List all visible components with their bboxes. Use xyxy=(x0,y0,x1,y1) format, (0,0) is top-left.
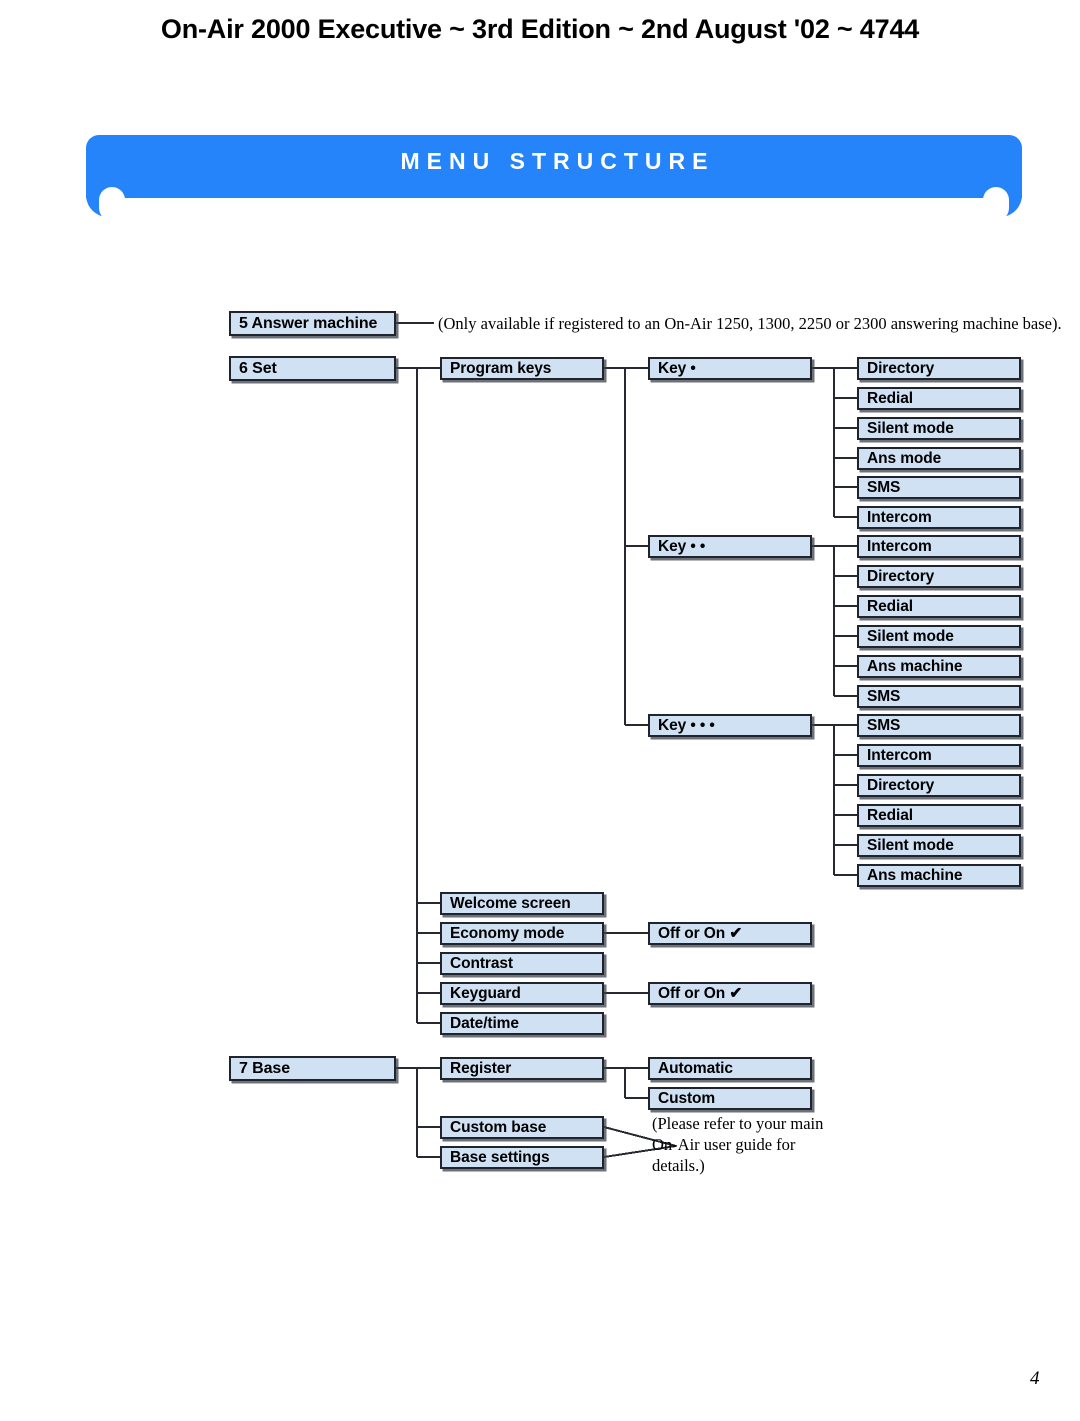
node-key1-option-2[interactable]: Silent mode xyxy=(857,417,1021,440)
node-economy-mode[interactable]: Economy mode xyxy=(440,922,604,945)
node-key1-option-5[interactable]: Intercom xyxy=(857,506,1021,529)
node-key-1[interactable]: Key • xyxy=(648,357,812,380)
note-base-guide: (Please refer to your main On-Air user g… xyxy=(652,1114,824,1175)
node-key3-option-3[interactable]: Redial xyxy=(857,804,1021,827)
node-key3-option-2[interactable]: Directory xyxy=(857,774,1021,797)
node-key1-option-4[interactable]: SMS xyxy=(857,476,1021,499)
node-set[interactable]: 6 Set xyxy=(229,356,396,381)
connector-lines xyxy=(396,322,857,1158)
node-economy-mode-value[interactable]: Off or On ✔ xyxy=(648,922,812,945)
node-register-automatic[interactable]: Automatic xyxy=(648,1057,812,1080)
node-base-settings[interactable]: Base settings xyxy=(440,1146,604,1169)
node-key-3[interactable]: Key • • • xyxy=(648,714,812,737)
node-key2-option-3[interactable]: Silent mode xyxy=(857,625,1021,648)
node-keyguard[interactable]: Keyguard xyxy=(440,982,604,1005)
node-key2-option-2[interactable]: Redial xyxy=(857,595,1021,618)
node-program-keys[interactable]: Program keys xyxy=(440,357,604,380)
node-key-2[interactable]: Key • • xyxy=(648,535,812,558)
node-key3-option-0[interactable]: SMS xyxy=(857,714,1021,737)
page-number: 4 xyxy=(1030,1368,1040,1389)
node-key2-option-0[interactable]: Intercom xyxy=(857,535,1021,558)
menu-structure-diagram: 5 Answer machine (Only available if regi… xyxy=(0,0,1080,1421)
node-key2-option-4[interactable]: Ans machine xyxy=(857,655,1021,678)
node-key1-option-0[interactable]: Directory xyxy=(857,357,1021,380)
node-key2-option-1[interactable]: Directory xyxy=(857,565,1021,588)
node-key3-option-1[interactable]: Intercom xyxy=(857,744,1021,767)
node-key1-option-1[interactable]: Redial xyxy=(857,387,1021,410)
note-answer-machine: (Only available if registered to an On-A… xyxy=(438,314,1062,333)
node-keyguard-value[interactable]: Off or On ✔ xyxy=(648,982,812,1005)
node-answer-machine[interactable]: 5 Answer machine xyxy=(229,311,396,336)
node-key3-option-4[interactable]: Silent mode xyxy=(857,834,1021,857)
node-key3-option-5[interactable]: Ans machine xyxy=(857,864,1021,887)
node-base[interactable]: 7 Base xyxy=(229,1056,396,1081)
node-register-custom[interactable]: Custom xyxy=(648,1087,812,1110)
node-welcome-screen[interactable]: Welcome screen xyxy=(440,892,604,915)
node-custom-base[interactable]: Custom base xyxy=(440,1116,604,1139)
node-date-time[interactable]: Date/time xyxy=(440,1012,604,1035)
node-key2-option-5[interactable]: SMS xyxy=(857,685,1021,708)
node-register[interactable]: Register xyxy=(440,1057,604,1080)
node-contrast[interactable]: Contrast xyxy=(440,952,604,975)
node-key1-option-3[interactable]: Ans mode xyxy=(857,447,1021,470)
